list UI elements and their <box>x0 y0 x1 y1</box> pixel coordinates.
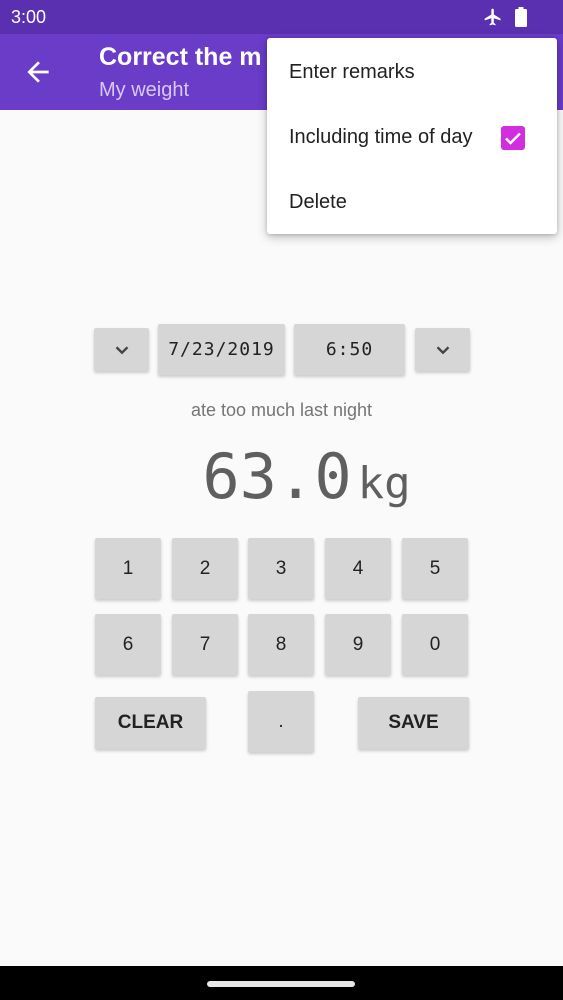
weight-value: 63.0 <box>202 440 352 513</box>
key-0[interactable]: 0 <box>402 614 468 675</box>
save-button[interactable]: SAVE <box>358 697 469 749</box>
battery-icon <box>515 7 527 27</box>
checkmark-icon <box>505 132 521 145</box>
key-9[interactable]: 9 <box>325 614 391 675</box>
time-button[interactable]: 6:50 <box>294 324 405 375</box>
remarks-text: ate too much last night <box>190 400 373 420</box>
key-8[interactable]: 8 <box>248 614 314 675</box>
chevron-down-icon <box>115 345 128 354</box>
navigation-bar <box>0 966 563 1000</box>
menu-item-enter-remarks[interactable]: Enter remarks <box>267 40 557 104</box>
menu-item-label: Enter remarks <box>289 60 415 83</box>
overflow-menu: Enter remarks Including time of day Dele… <box>267 38 557 234</box>
weight-display: 63.0 kg <box>0 440 563 513</box>
menu-item-including-time-of-day[interactable]: Including time of day <box>267 105 557 169</box>
previous-entry-button[interactable] <box>94 328 149 371</box>
status-time: 3:00 <box>11 7 47 27</box>
key-1[interactable]: 1 <box>95 538 161 599</box>
status-icons <box>483 7 527 27</box>
key-4[interactable]: 4 <box>325 538 391 599</box>
key-6[interactable]: 6 <box>95 614 161 675</box>
clear-button[interactable]: CLEAR <box>95 697 206 749</box>
page-subtitle: My weight <box>99 79 190 101</box>
page-title: Correct the m <box>99 43 262 71</box>
menu-item-label: Including time of day <box>289 125 473 148</box>
back-arrow-icon[interactable] <box>22 56 54 88</box>
menu-item-delete[interactable]: Delete <box>267 170 557 234</box>
date-button[interactable]: 7/23/2019 <box>158 324 285 375</box>
key-7[interactable]: 7 <box>172 614 238 675</box>
key-2[interactable]: 2 <box>172 538 238 599</box>
time-of-day-checkbox[interactable] <box>501 126 525 150</box>
decimal-point-button[interactable]: . <box>248 691 314 752</box>
home-indicator[interactable] <box>207 981 355 987</box>
key-5[interactable]: 5 <box>402 538 468 599</box>
next-entry-button[interactable] <box>415 328 470 371</box>
weight-unit: kg <box>357 458 411 509</box>
menu-item-label: Delete <box>289 190 347 213</box>
airplane-mode-icon <box>484 8 501 26</box>
key-3[interactable]: 3 <box>248 538 314 599</box>
status-bar: 3:00 <box>0 0 563 34</box>
chevron-down-icon <box>436 345 449 354</box>
